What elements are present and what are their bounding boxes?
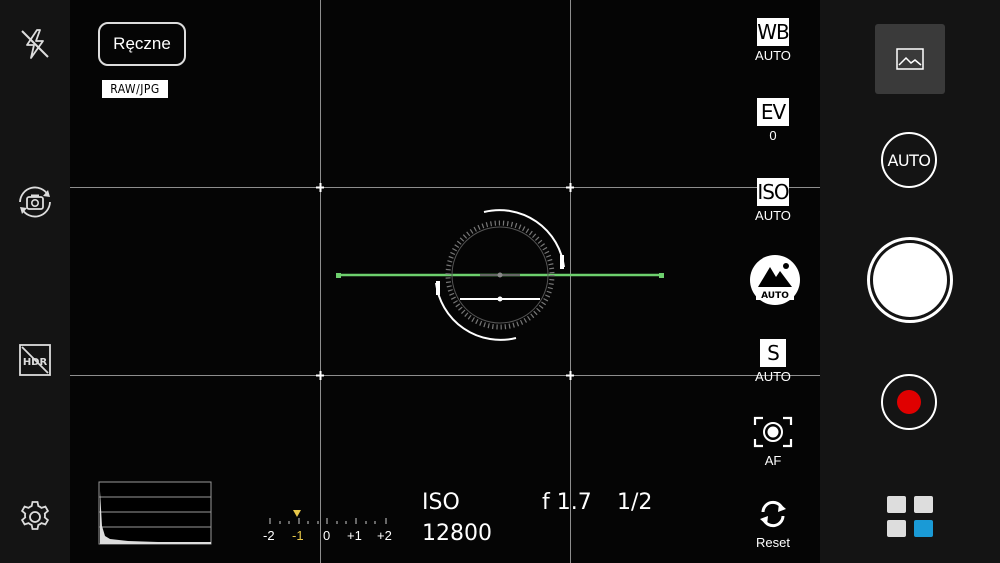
shutter-button-fill bbox=[873, 243, 947, 317]
exposure-label-0: 0 bbox=[323, 528, 331, 543]
reset-button[interactable]: Reset bbox=[748, 498, 798, 550]
scene-auto-icon: AUTO bbox=[750, 255, 800, 305]
wb-control[interactable]: WB AUTO bbox=[748, 18, 798, 63]
exposure-label-m2: -2 bbox=[263, 528, 275, 543]
format-badge[interactable]: RAW/JPG bbox=[102, 80, 168, 98]
ev-value: 0 bbox=[769, 128, 777, 143]
focus-control[interactable]: AF bbox=[748, 416, 798, 468]
record-icon bbox=[897, 390, 921, 414]
auto-mode-label: AUTO bbox=[887, 150, 931, 170]
mode-grid-icon[interactable] bbox=[887, 496, 935, 538]
iso-control[interactable]: ISO AUTO bbox=[748, 178, 798, 223]
focus-value: AF bbox=[764, 453, 782, 468]
scene-auto-label: AUTO bbox=[761, 291, 789, 301]
scene-auto-control[interactable]: AUTO bbox=[748, 253, 800, 309]
shutter-label: S bbox=[760, 339, 786, 367]
exposure-marker bbox=[293, 510, 301, 517]
iso-readout-value: 12800 bbox=[422, 521, 492, 546]
iso-readout-label: ISO bbox=[422, 490, 460, 515]
wb-label: WB bbox=[757, 18, 790, 46]
auto-mode-button[interactable]: AUTO bbox=[881, 132, 937, 188]
histogram bbox=[98, 481, 212, 545]
ev-control[interactable]: EV 0 bbox=[748, 98, 798, 143]
exposure-label-p1: +1 bbox=[347, 528, 362, 543]
mode-label: Ręczne bbox=[113, 34, 171, 53]
focus-icon bbox=[753, 416, 793, 448]
exposure-label-p2: +2 bbox=[377, 528, 392, 543]
mode-button[interactable]: Ręczne bbox=[98, 22, 186, 66]
format-label: RAW/JPG bbox=[110, 82, 160, 96]
record-button[interactable] bbox=[881, 374, 937, 430]
shutter-speed-control[interactable]: S AUTO bbox=[748, 339, 798, 384]
gallery-thumbnail[interactable] bbox=[875, 24, 945, 94]
exposure-label-m1: -1 bbox=[292, 528, 304, 543]
exposure-scale bbox=[269, 510, 387, 524]
reset-icon bbox=[760, 500, 786, 528]
ev-label: EV bbox=[757, 98, 789, 126]
shutter-value: AUTO bbox=[755, 369, 791, 384]
iso-value: AUTO bbox=[755, 208, 791, 223]
shutter-speed-readout: 1/2 bbox=[617, 490, 653, 515]
gallery-icon bbox=[896, 48, 924, 70]
aperture-readout: f 1.7 bbox=[542, 490, 592, 515]
shutter-button[interactable] bbox=[867, 237, 953, 323]
iso-label: ISO bbox=[757, 178, 790, 206]
level-indicator bbox=[336, 209, 664, 341]
wb-value: AUTO bbox=[755, 48, 791, 63]
reset-label: Reset bbox=[756, 535, 790, 550]
